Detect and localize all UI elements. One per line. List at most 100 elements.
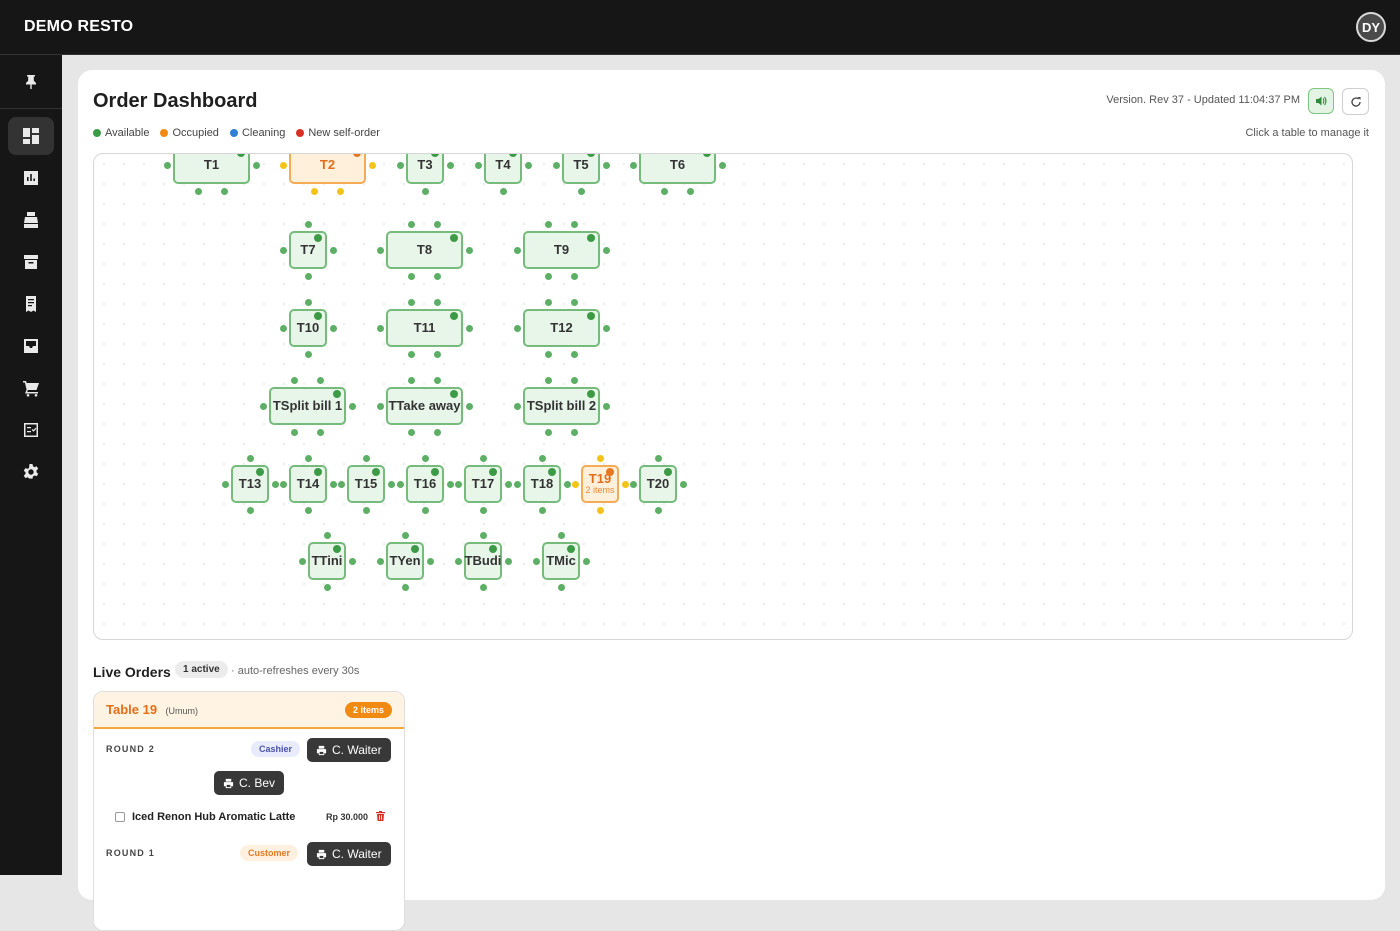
table-t11[interactable]: T11 xyxy=(386,309,463,347)
table-ttakeaway[interactable]: TTake away xyxy=(386,387,463,425)
chair-icon xyxy=(661,187,668,195)
chair-icon xyxy=(571,220,578,228)
chair-icon xyxy=(434,272,441,280)
chair-icon xyxy=(376,557,384,565)
sidebar-item-cashier[interactable] xyxy=(8,201,54,239)
table-t8[interactable]: T8 xyxy=(386,231,463,269)
status-dot xyxy=(431,154,439,157)
table-t7[interactable]: T7 xyxy=(289,231,327,269)
table-t2[interactable]: T2 xyxy=(289,154,366,184)
chair-icon xyxy=(582,557,590,565)
chair-icon xyxy=(571,272,578,280)
chair-icon xyxy=(596,506,604,514)
live-orders-title: Live Orders xyxy=(93,664,171,680)
status-dot xyxy=(237,154,245,157)
table-t1[interactable]: T1 xyxy=(173,154,250,184)
table-t15[interactable]: T15 xyxy=(347,465,385,503)
chair-icon xyxy=(465,402,473,410)
status-legend: Available Occupied Cleaning New self-order xyxy=(93,127,380,139)
table-t6[interactable]: T6 xyxy=(639,154,716,184)
table-tbudi[interactable]: TBudi xyxy=(464,542,502,580)
chair-icon xyxy=(221,480,229,488)
chair-icon xyxy=(602,324,610,332)
sidebar-item-cart[interactable] xyxy=(8,369,54,407)
delete-item-button[interactable] xyxy=(376,808,385,826)
table-t12[interactable]: T12 xyxy=(523,309,600,347)
table-tmic[interactable]: TMic xyxy=(542,542,580,580)
chair-icon xyxy=(408,376,415,384)
sound-toggle-button[interactable] xyxy=(1308,88,1334,114)
print-bev-button[interactable]: C. Bev xyxy=(214,771,285,795)
legend-dot xyxy=(229,128,238,137)
chair-icon xyxy=(421,187,429,195)
chair-icon xyxy=(571,298,578,306)
chair-icon xyxy=(479,454,487,462)
chair-icon xyxy=(246,506,254,514)
table-t20[interactable]: T20 xyxy=(639,465,677,503)
printer-icon xyxy=(316,745,327,755)
table-t3[interactable]: T3 xyxy=(406,154,444,184)
sidebar-nav xyxy=(0,109,62,491)
print-bev-label: C. Bev xyxy=(239,776,276,790)
chair-icon xyxy=(408,220,415,228)
sidebar-item-settings[interactable] xyxy=(8,453,54,491)
table-ttini[interactable]: TTini xyxy=(308,542,346,580)
chair-icon xyxy=(545,376,552,384)
archive-icon xyxy=(24,255,38,269)
chair-icon xyxy=(629,161,637,169)
chair-icon xyxy=(401,583,409,591)
table-t10[interactable]: T10 xyxy=(289,309,327,347)
print-waiter-button-round-1[interactable]: C. Waiter xyxy=(307,842,391,866)
item-checkbox[interactable] xyxy=(115,812,125,822)
chair-icon xyxy=(602,246,610,254)
chair-icon xyxy=(304,272,312,280)
user-avatar[interactable]: DY xyxy=(1356,12,1386,42)
chair-icon xyxy=(621,480,629,488)
table-t4[interactable]: T4 xyxy=(484,154,522,184)
table-t19[interactable]: T19 2 items xyxy=(581,465,619,503)
items-count-badge: 2 items xyxy=(344,701,392,718)
chair-icon xyxy=(571,480,579,488)
version-text: Version. Rev 37 - Updated 11:04:37 PM xyxy=(1106,94,1300,106)
chair-icon xyxy=(421,506,429,514)
chair-icon xyxy=(513,324,521,332)
chair-icon xyxy=(687,187,694,195)
table-t14[interactable]: T14 xyxy=(289,465,327,503)
chair-icon xyxy=(552,161,560,169)
chair-icon xyxy=(396,161,404,169)
chair-icon xyxy=(532,557,540,565)
chair-icon xyxy=(524,161,532,169)
print-waiter-label: C. Waiter xyxy=(332,847,382,861)
round-1-label: ROUND 1 xyxy=(106,848,155,858)
chair-icon xyxy=(499,187,507,195)
status-dot xyxy=(587,390,595,398)
sidebar-item-dashboard[interactable] xyxy=(8,117,54,155)
legend-item-available: Available xyxy=(93,127,149,139)
table-t5[interactable]: T5 xyxy=(562,154,600,184)
sidebar-item-tasks[interactable] xyxy=(8,411,54,449)
table-tsplit2[interactable]: TSplit bill 2 xyxy=(523,387,600,425)
table-tyen[interactable]: TYen xyxy=(386,542,424,580)
sidebar-item-receipts[interactable] xyxy=(8,285,54,323)
table-label: TSplit bill 2 xyxy=(526,397,597,413)
print-waiter-button-round-2[interactable]: C. Waiter xyxy=(307,738,391,762)
status-dot xyxy=(333,390,341,398)
checklist-icon xyxy=(24,423,38,437)
table-t17[interactable]: T17 xyxy=(464,465,502,503)
table-t13[interactable]: T13 xyxy=(231,465,269,503)
status-dot xyxy=(587,234,595,242)
chair-icon xyxy=(329,324,337,332)
sidebar-item-archive[interactable] xyxy=(8,243,54,281)
table-t18[interactable]: T18 xyxy=(523,465,561,503)
print-waiter-label: C. Waiter xyxy=(332,743,382,757)
pin-sidebar-button[interactable] xyxy=(0,55,62,109)
order-card-table-19: Table 19 (Umum) 2 items ROUND 2 Cashier … xyxy=(93,691,405,931)
table-t16[interactable]: T16 xyxy=(406,465,444,503)
refresh-button[interactable] xyxy=(1342,88,1369,115)
sidebar-item-inventory[interactable] xyxy=(8,327,54,365)
table-t9[interactable]: T9 xyxy=(523,231,600,269)
status-dot xyxy=(411,545,419,553)
table-tsplit1[interactable]: TSplit bill 1 xyxy=(269,387,346,425)
sidebar-item-reports[interactable] xyxy=(8,159,54,197)
status-dot xyxy=(314,234,322,242)
